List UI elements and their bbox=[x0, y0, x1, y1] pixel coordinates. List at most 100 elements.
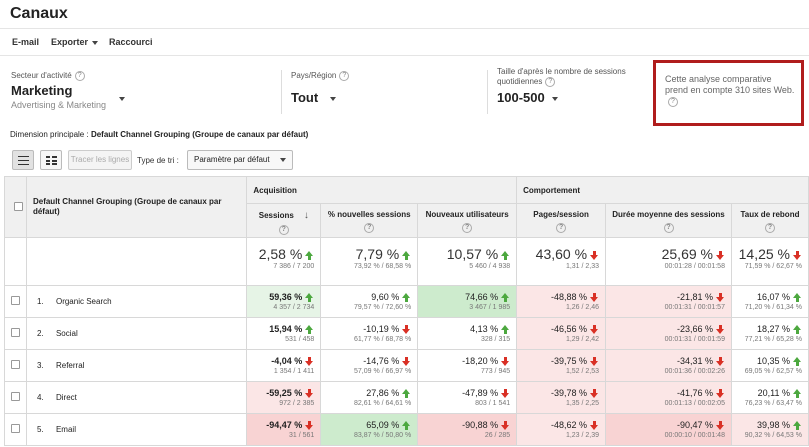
help-icon[interactable]: ? bbox=[278, 225, 289, 235]
primary-dimension: Dimension principale : Default Channel G… bbox=[10, 130, 308, 139]
channel-link[interactable]: Email bbox=[56, 425, 76, 434]
metric-ratio: 1,26 / 2,46 bbox=[565, 304, 600, 311]
arrow-up-icon bbox=[793, 389, 802, 399]
metric-delta: -48,62 % bbox=[518, 419, 599, 431]
channel-link[interactable]: Referral bbox=[56, 361, 84, 370]
metric-ratio: 00:01:31 / 00:01:59 bbox=[664, 336, 725, 343]
metric-delta: -21,81 % bbox=[607, 291, 725, 303]
metric-cell: 74,66 % 3 467 / 1 985 bbox=[417, 285, 518, 318]
arrow-up-icon bbox=[793, 293, 802, 303]
metric-ratio: 00:01:36 / 00:02:26 bbox=[664, 368, 725, 375]
metric-header[interactable]: Pages/session? bbox=[516, 203, 607, 238]
sector-value[interactable]: Marketing bbox=[11, 83, 72, 98]
country-value[interactable]: Tout bbox=[291, 90, 318, 105]
group-header-row: Default Channel Grouping (Groupe de cana… bbox=[4, 176, 809, 238]
metric-header-label: Durée moyenne des sessions bbox=[612, 210, 725, 219]
metric-ratio: 1 354 / 1 411 bbox=[273, 368, 315, 375]
row-checkbox[interactable] bbox=[10, 360, 20, 369]
divider bbox=[281, 70, 282, 114]
arrow-down-icon bbox=[305, 421, 314, 431]
metric-delta: -34,31 % bbox=[607, 355, 725, 367]
help-icon[interactable]: ? bbox=[764, 223, 775, 233]
metric-header[interactable]: Nouveaux utilisateurs? bbox=[417, 203, 518, 238]
metric-ratio: 328 / 315 bbox=[480, 336, 511, 343]
arrow-up-icon bbox=[501, 250, 510, 260]
metric-cell: -90,88 % 26 / 285 bbox=[417, 413, 518, 446]
metric-ratio: 803 / 1 541 bbox=[475, 400, 511, 407]
help-icon[interactable]: ? bbox=[462, 223, 473, 233]
metric-delta: -47,89 % bbox=[419, 387, 510, 399]
metric-header[interactable]: Taux de rebond? bbox=[730, 203, 809, 238]
sector-dropdown-icon[interactable] bbox=[119, 97, 125, 101]
benchmark-note-highlight: Cette analyse comparative prend en compt… bbox=[653, 60, 804, 126]
row-checkbox[interactable] bbox=[10, 328, 20, 337]
country-dropdown-icon[interactable] bbox=[330, 97, 336, 101]
help-icon[interactable]: ? bbox=[339, 71, 350, 81]
metric-ratio: 76,23 % / 63,47 % bbox=[744, 400, 802, 407]
report-table: Default Channel Grouping (Groupe de cana… bbox=[4, 176, 809, 446]
arrow-down-icon bbox=[590, 421, 599, 431]
arrow-down-icon bbox=[305, 389, 314, 399]
metric-header[interactable]: Sessions ↓? bbox=[246, 203, 322, 238]
metric-delta: 9,60 % bbox=[322, 291, 411, 303]
channel-cell: 3. Referral bbox=[25, 349, 248, 382]
channel-cell: 4. Direct bbox=[25, 381, 248, 414]
metric-ratio: 1,23 / 2,39 bbox=[565, 432, 600, 439]
totals-value: 43,60 % bbox=[518, 246, 599, 262]
sort-type-select[interactable]: Paramètre par défaut bbox=[187, 150, 293, 170]
email-button[interactable]: E-mail bbox=[12, 37, 39, 47]
row-checkbox[interactable] bbox=[10, 392, 20, 401]
metric-cell: -39,78 % 1,35 / 2,25 bbox=[516, 381, 607, 414]
totals-value: 14,25 % bbox=[732, 246, 802, 262]
arrow-down-icon bbox=[715, 325, 725, 335]
help-icon[interactable]: ? bbox=[556, 223, 567, 233]
row-checkbox[interactable] bbox=[10, 424, 20, 433]
help-icon[interactable]: ? bbox=[663, 223, 674, 233]
channel-link[interactable]: Social bbox=[56, 329, 78, 338]
comparison-view-button[interactable] bbox=[40, 150, 62, 170]
help-icon[interactable]: ? bbox=[668, 96, 678, 107]
help-icon[interactable]: ? bbox=[545, 77, 556, 87]
metric-ratio: 71,20 % / 61,34 % bbox=[744, 304, 802, 311]
metric-header[interactable]: % nouvelles sessions? bbox=[320, 203, 419, 238]
dimension-header[interactable]: Default Channel Grouping (Groupe de cana… bbox=[25, 176, 248, 238]
select-all-checkbox[interactable] bbox=[13, 201, 23, 211]
metric-ratio: 77,21 % / 65,28 % bbox=[744, 336, 802, 343]
metric-cell: -23,66 % 00:01:31 / 00:01:59 bbox=[605, 317, 732, 350]
benchmark-note: Cette analyse comparative prend en compt… bbox=[665, 74, 795, 107]
arrow-up-icon bbox=[305, 325, 314, 335]
metric-cell: 59,36 % 4 357 / 2 734 bbox=[246, 285, 322, 318]
metric-delta: -41,76 % bbox=[607, 387, 725, 399]
help-icon[interactable]: ? bbox=[74, 71, 85, 81]
totals-ratio: 5 460 / 4 938 bbox=[469, 263, 511, 270]
channel-link[interactable]: Direct bbox=[56, 393, 77, 402]
metric-ratio: 00:01:31 / 00:01:57 bbox=[664, 304, 725, 311]
metric-ratio: 57,09 % / 66,97 % bbox=[354, 368, 412, 375]
metric-ratio: 31 / 561 bbox=[288, 432, 315, 439]
export-button[interactable]: Exporter bbox=[51, 37, 99, 47]
primary-dimension-value[interactable]: Default Channel Grouping (Groupe de cana… bbox=[91, 130, 308, 139]
size-dropdown-icon[interactable] bbox=[552, 97, 558, 101]
metric-header[interactable]: Durée moyenne des sessions? bbox=[605, 203, 732, 238]
help-icon[interactable]: ? bbox=[364, 223, 375, 233]
metric-ratio: 79,57 % / 72,60 % bbox=[354, 304, 412, 311]
arrow-down-icon bbox=[715, 421, 725, 431]
size-value[interactable]: 100-500 bbox=[497, 90, 545, 105]
arrow-down-icon bbox=[501, 421, 510, 431]
row-checkbox[interactable] bbox=[10, 296, 20, 305]
metric-cell: 65,09 % 83,87 % / 50,80 % bbox=[320, 413, 419, 446]
arrow-down-icon bbox=[590, 357, 599, 367]
arrow-up-icon bbox=[501, 293, 510, 303]
channel-link[interactable]: Organic Search bbox=[56, 297, 112, 306]
totals-blank bbox=[4, 237, 27, 286]
table-view-button[interactable] bbox=[12, 150, 34, 170]
metric-cell: 9,60 % 79,57 % / 72,60 % bbox=[320, 285, 419, 318]
metric-delta: -23,66 % bbox=[607, 323, 725, 335]
shortcut-button[interactable]: Raccourci bbox=[109, 37, 153, 47]
metric-delta: -39,75 % bbox=[518, 355, 599, 367]
arrow-up-icon bbox=[305, 250, 314, 260]
table-row: 3. Referral -4,04 % 1 354 / 1 411 -14,76 % 57… bbox=[4, 349, 809, 382]
metric-ratio: 61,77 % / 68,78 % bbox=[354, 336, 412, 343]
arrow-up-icon bbox=[305, 293, 314, 303]
plot-rows-button[interactable]: Tracer les lignes bbox=[68, 150, 132, 170]
